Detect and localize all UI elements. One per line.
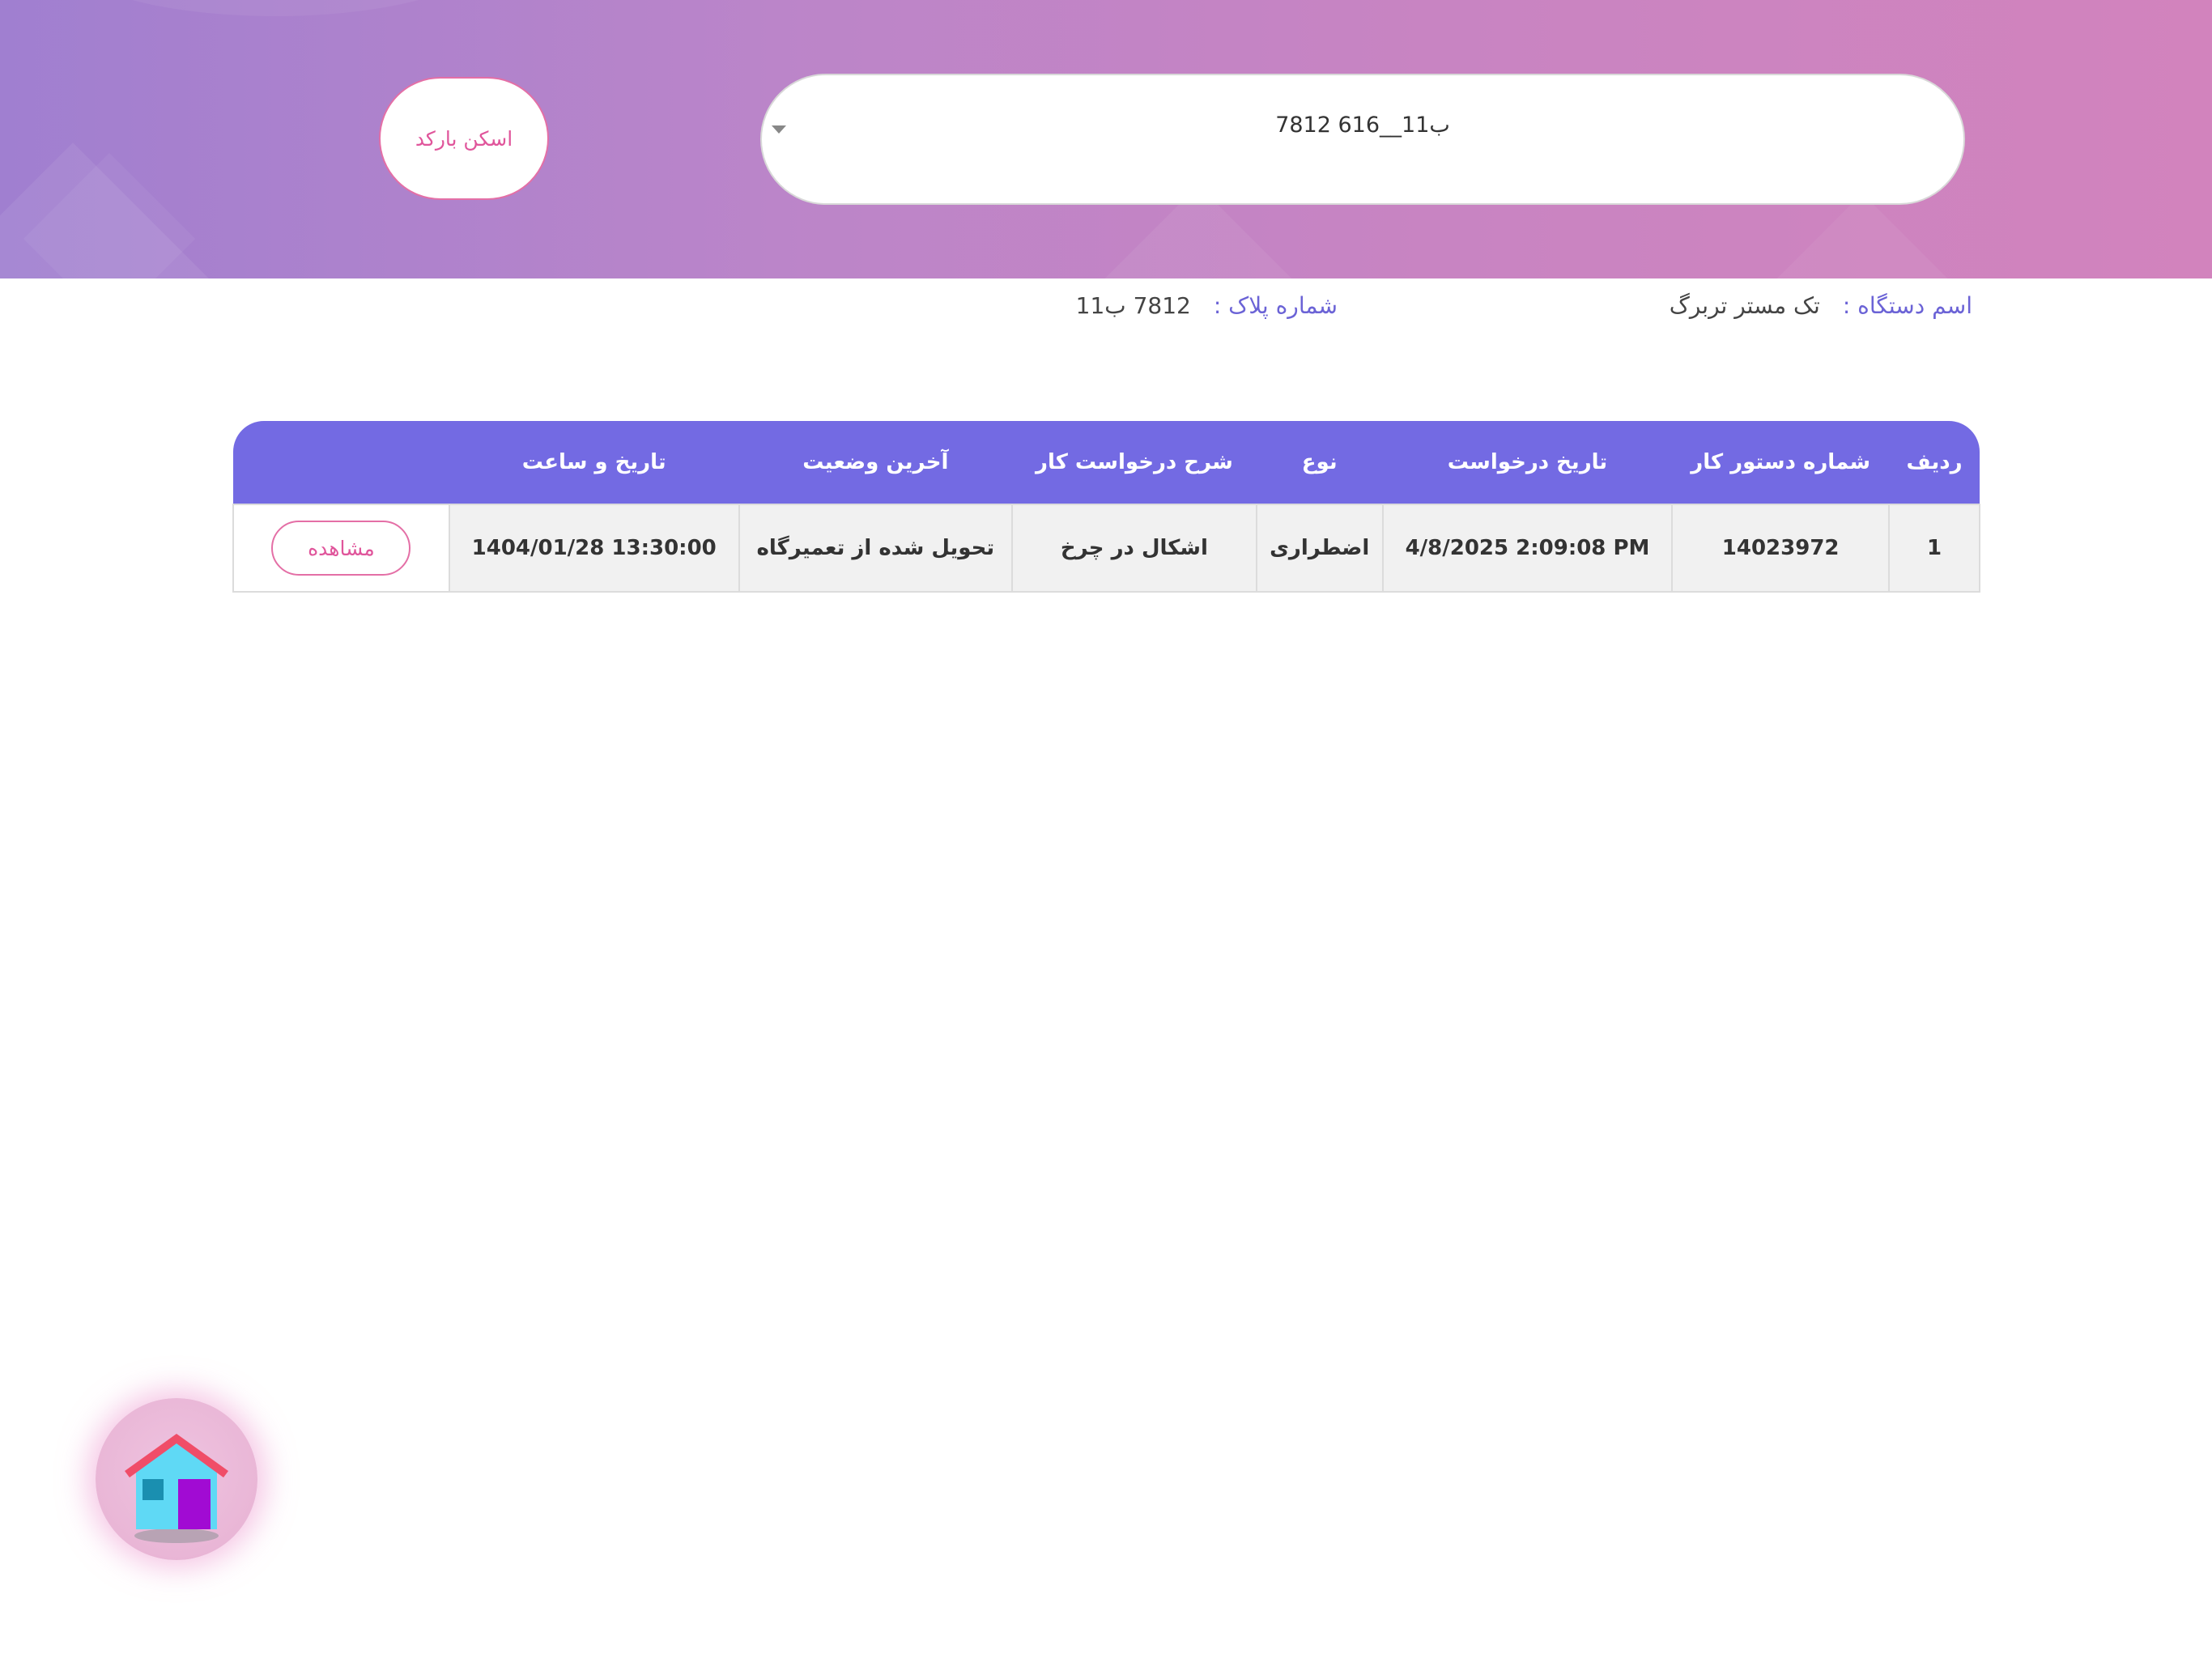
cell-type: اضطراری — [1255, 504, 1384, 593]
cell-request-date: 4/8/2025 2:09:08 PM — [1381, 504, 1674, 593]
column-header-row-no: ردیف — [1889, 421, 1980, 504]
device-name-info: اسم دستگاه : تک مستر تربرگ — [1670, 287, 1972, 323]
cell-description: اشکال در چرخ — [1011, 504, 1257, 593]
cell-datetime: 1404/01/28 13:30:00 — [448, 504, 740, 593]
column-header-datetime: تاریخ و ساعت — [449, 421, 739, 504]
column-header-action — [233, 421, 449, 504]
column-header-description: شرح درخواست کار — [1012, 421, 1257, 504]
table-row: 1 14023972 4/8/2025 2:09:08 PM اضطراری ا… — [232, 504, 1980, 593]
house-icon — [125, 1434, 228, 1543]
table-header-row: ردیف شماره دستور کار تاریخ درخواست نوع ش… — [233, 421, 1980, 504]
plate-number-info: شماره پلاک : 7812 ب11 — [1076, 287, 1338, 323]
column-header-last-status: آخرین وضعیت — [738, 421, 1013, 504]
work-orders-table: ردیف شماره دستور کار تاریخ درخواست نوع ش… — [232, 421, 1980, 593]
decor-shape — [65, 0, 486, 16]
cell-work-order-no: 14023972 — [1671, 504, 1891, 593]
cell-action: مشاهده — [232, 504, 450, 593]
device-name-label: اسم دستگاه : — [1842, 291, 1972, 319]
plate-number-value: 7812 ب11 — [1075, 291, 1191, 319]
decor-shape — [1747, 193, 1977, 278]
cell-last-status: تحویل شده از تعمیرگاه — [738, 504, 1014, 593]
device-name-value: تک مستر تربرگ — [1669, 291, 1820, 319]
plate-number-label: شماره پلاک : — [1213, 291, 1338, 319]
column-header-type: نوع — [1256, 421, 1383, 504]
column-header-work-order-no: شماره دستور کار — [1672, 421, 1890, 504]
view-button[interactable]: مشاهده — [271, 521, 411, 576]
column-header-request-date: تاریخ درخواست — [1382, 421, 1673, 504]
home-button[interactable] — [96, 1398, 257, 1560]
scan-barcode-button[interactable]: اسکن بارکد — [379, 77, 549, 200]
plate-select-value: 7812 ب11__616 — [1275, 113, 1450, 138]
plate-select[interactable]: 7812 ب11__616 — [760, 74, 1965, 205]
work-orders-table-container: ردیف شماره دستور کار تاریخ درخواست نوع ش… — [232, 421, 1980, 593]
cell-row-no: 1 — [1888, 504, 1980, 593]
header-banner: اسکن بارکد 7812 ب11__616 — [0, 0, 2212, 278]
